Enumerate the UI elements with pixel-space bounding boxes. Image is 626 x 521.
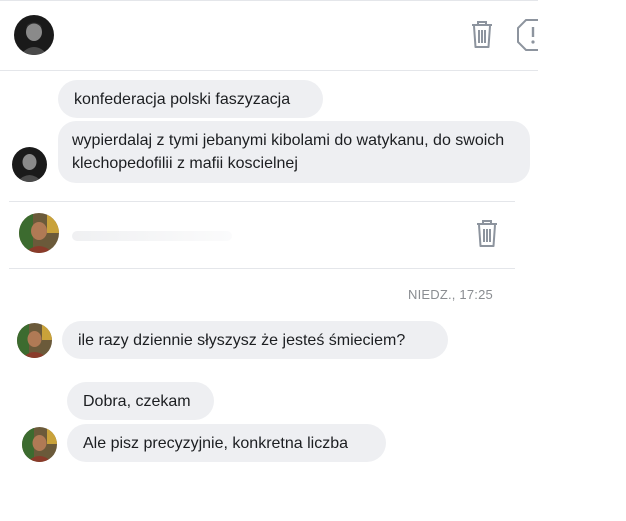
message-bubble: konfederacja polski faszyzacja xyxy=(58,80,323,118)
thread-two-header-avatar[interactable] xyxy=(19,213,59,253)
message-bubble: wypierdalaj z tymi jebanymi kibolami do … xyxy=(58,121,530,183)
thread-divider xyxy=(9,268,515,269)
thread-one-report-button[interactable] xyxy=(516,18,538,52)
message-text: wypierdalaj z tymi jebanymi kibolami do … xyxy=(72,132,505,172)
message-preview-placeholder xyxy=(72,231,232,241)
sender-avatar[interactable] xyxy=(12,147,47,182)
message-text: Ale pisz precyzyjnie, konkretna liczba xyxy=(83,434,349,452)
message-text: konfederacja polski faszyzacja xyxy=(74,90,291,108)
thread-two-delete-button[interactable] xyxy=(472,217,502,249)
thread-one-header-avatar[interactable] xyxy=(14,15,54,55)
trash-icon xyxy=(477,220,497,247)
report-exclamation-icon xyxy=(517,19,538,51)
thread-one-delete-button[interactable] xyxy=(467,18,497,50)
thread-divider xyxy=(9,201,515,202)
message-text: Dobra, czekam xyxy=(83,392,191,410)
message-bubble: Dobra, czekam xyxy=(67,382,214,420)
message-text: ile razy dziennie słyszysz że jesteś śmi… xyxy=(78,331,406,349)
message-bubble: ile razy dziennie słyszysz że jesteś śmi… xyxy=(62,321,448,359)
sender-avatar[interactable] xyxy=(17,323,52,358)
trash-icon xyxy=(472,21,492,48)
message-timestamp: NIEDZ., 17:25 xyxy=(408,287,493,302)
message-bubble: Ale pisz precyzyjnie, konkretna liczba xyxy=(67,424,386,462)
thread-one-header xyxy=(0,0,538,71)
sender-avatar[interactable] xyxy=(22,427,57,462)
